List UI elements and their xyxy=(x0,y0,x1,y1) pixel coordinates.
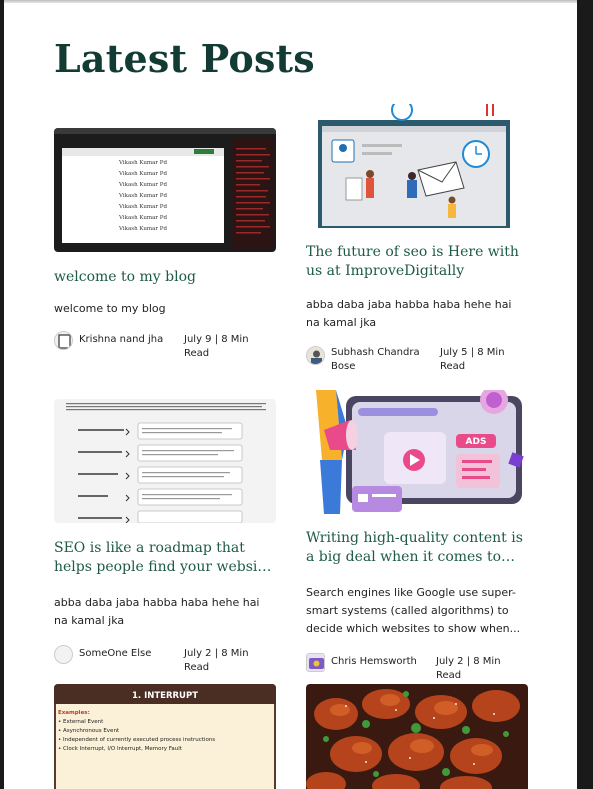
post-thumbnail[interactable] xyxy=(54,399,276,523)
post-date: July 9 | 8 Min Read xyxy=(184,334,249,359)
post-thumbnail[interactable] xyxy=(306,104,528,228)
thumb-text: Vikash Kumar Pd xyxy=(118,226,167,232)
post-title[interactable]: SEO is like a roadmap that helps people … xyxy=(54,539,276,577)
thumb-text: 1. INTERRUPT xyxy=(132,691,198,701)
author-name: Krishna nand jha xyxy=(79,334,164,345)
author-avatar xyxy=(54,331,73,350)
post-title[interactable]: welcome to my blog xyxy=(54,268,276,287)
post-excerpt: abba daba jaba habba haba hehe hai na ka… xyxy=(306,298,512,329)
thumb-text: Vikash Kumar Pd xyxy=(118,215,167,221)
author-avatar xyxy=(306,346,325,365)
page: Latest Posts Vikash Kumar Pd Vikash Kuma… xyxy=(4,0,577,789)
thumb-text: Examples: xyxy=(58,710,90,716)
post-date: July 2 | 8 Min Read xyxy=(184,648,249,673)
author-name: Subhash Chandra Bose xyxy=(331,347,420,372)
ads-label: ADS xyxy=(466,437,487,447)
post-excerpt: welcome to my blog xyxy=(54,302,166,315)
post-thumbnail[interactable]: 1. INTERRUPT Examples: • External Event … xyxy=(54,684,276,789)
post-meta: SomeOne Else July 2 | 8 Min Read xyxy=(54,645,276,679)
thumb-text: • Independent of currently executed proc… xyxy=(58,737,215,743)
thumb-text: • Asynchronous Event xyxy=(58,728,120,734)
top-scroll-shadow xyxy=(4,0,577,3)
thumb-text: Vikash Kumar Pd xyxy=(118,204,167,210)
author-name: Chris Hemsworth xyxy=(331,656,417,667)
post-card[interactable]: SEO is like a roadmap that helps people … xyxy=(54,399,276,679)
post-thumbnail[interactable] xyxy=(306,684,528,789)
post-meta: Chris Hemsworth July 2 | 8 Min Read xyxy=(306,653,528,687)
post-title[interactable]: The future of seo is Here with us at Imp… xyxy=(306,243,528,281)
post-thumbnail[interactable]: ADS xyxy=(306,390,528,514)
thumb-text: Vikash Kumar Pd xyxy=(118,182,167,188)
post-date: July 5 | 8 Min Read xyxy=(440,347,505,372)
post-card[interactable] xyxy=(306,684,528,789)
thumb-text: • External Event xyxy=(58,719,104,725)
thumb-text: Vikash Kumar Pd xyxy=(118,193,167,199)
post-excerpt: Search engines like Google use super-sma… xyxy=(306,586,521,635)
thumb-text: • Clock Interrupt, I/O Interrupt, Memory… xyxy=(58,746,183,752)
author-name: SomeOne Else xyxy=(79,648,152,659)
post-card[interactable]: 1. INTERRUPT Examples: • External Event … xyxy=(54,684,276,789)
post-meta: Krishna nand jha July 9 | 8 Min Read xyxy=(54,331,276,365)
post-card[interactable]: The future of seo is Here with us at Imp… xyxy=(306,104,528,378)
thumb-text: Vikash Kumar Pd xyxy=(118,171,167,177)
post-date: July 2 | 8 Min Read xyxy=(436,656,501,681)
thumb-text: Vikash Kumar Pd xyxy=(118,160,167,166)
post-thumbnail[interactable]: Vikash Kumar Pd Vikash Kumar Pd Vikash K… xyxy=(54,128,276,252)
post-card[interactable]: ADS Writing high-quality content is a bi… xyxy=(306,390,528,687)
post-title[interactable]: Writing high-quality content is a big de… xyxy=(306,529,528,567)
page-title: Latest Posts xyxy=(54,36,315,81)
post-meta: Subhash Chandra Bose July 5 | 8 Min Read xyxy=(306,344,528,378)
author-avatar xyxy=(306,653,325,672)
post-card[interactable]: Vikash Kumar Pd Vikash Kumar Pd Vikash K… xyxy=(54,128,276,365)
post-excerpt: abba daba jaba habba haba hehe hai na ka… xyxy=(54,596,260,627)
author-avatar xyxy=(54,645,73,664)
